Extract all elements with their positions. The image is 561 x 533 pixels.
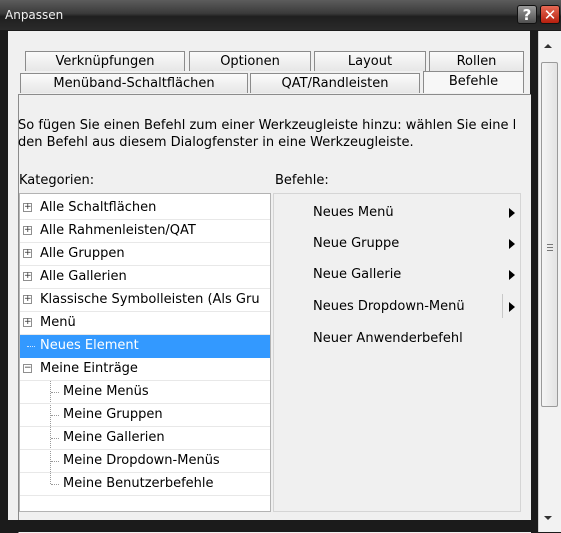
- tree-connector: [51, 461, 59, 462]
- help-button[interactable]: ?: [517, 5, 537, 24]
- category-label: Neues Element: [40, 338, 139, 353]
- customize-dialog-window: Anpassen ? ✕ Verknüpfungen Optionen Layo…: [0, 0, 561, 533]
- tree-connector: [51, 415, 59, 416]
- category-label: Meine Menüs: [63, 384, 149, 399]
- category-item-alle-gruppen[interactable]: + Alle Gruppen: [20, 243, 270, 266]
- category-label: Meine Einträge: [40, 361, 138, 376]
- close-button[interactable]: ✕: [540, 5, 560, 24]
- instruction-line-1: So fügen Sie einen Befehl zum einer Werk…: [18, 118, 517, 133]
- scroll-up-arrow-icon[interactable]: [544, 44, 552, 48]
- title-bar[interactable]: Anpassen ? ✕: [0, 0, 561, 30]
- command-neuer-anwenderbefehl[interactable]: Neuer Anwenderbefehl: [313, 331, 463, 346]
- window-bottom-edge: [0, 520, 538, 532]
- tree-connector: [51, 484, 59, 485]
- categories-label: Kategorien:: [19, 173, 95, 188]
- collapse-icon[interactable]: −: [23, 364, 32, 373]
- categories-tree[interactable]: + Alle Schaltflächen + Alle Rahmenleiste…: [19, 193, 271, 512]
- submenu-arrow-icon[interactable]: [509, 270, 515, 280]
- category-item-meine-gallerien[interactable]: Meine Gallerien: [20, 427, 270, 450]
- tab-rollen[interactable]: Rollen: [429, 51, 524, 71]
- split-button-divider: [502, 294, 503, 318]
- expand-icon[interactable]: +: [23, 295, 32, 304]
- category-item-klassische-symbolleisten[interactable]: + Klassische Symbolleisten (Als Gru: [20, 289, 270, 312]
- instruction-line-2: den Befehl aus diesem Dialogfenster in e…: [18, 135, 414, 150]
- category-label: Meine Gallerien: [63, 430, 165, 445]
- scroll-down-arrow-icon[interactable]: [544, 516, 552, 520]
- category-label: Menü: [40, 315, 76, 330]
- expand-icon[interactable]: +: [23, 272, 32, 281]
- category-item-meine-benutzerbefehle[interactable]: Meine Benutzerbefehle: [20, 473, 270, 496]
- command-neues-menue[interactable]: Neues Menü: [313, 205, 394, 220]
- tab-optionen[interactable]: Optionen: [189, 51, 311, 71]
- category-label: Alle Gruppen: [40, 246, 125, 261]
- category-label: Meine Gruppen: [63, 407, 163, 422]
- category-label: Alle Schaltflächen: [40, 200, 157, 215]
- category-item-neues-element[interactable]: Neues Element: [20, 335, 270, 358]
- grip-line: [547, 247, 553, 248]
- category-item-alle-gallerien[interactable]: + Alle Gallerien: [20, 266, 270, 289]
- category-item-meine-gruppen[interactable]: Meine Gruppen: [20, 404, 270, 427]
- tab-verknuepfungen[interactable]: Verknüpfungen: [25, 51, 185, 71]
- tab-qat-randleisten[interactable]: QAT/Randleisten: [250, 73, 420, 93]
- expand-icon[interactable]: +: [23, 249, 32, 258]
- commands-label: Befehle:: [275, 173, 329, 188]
- instruction-text: So fügen Sie einen Befehl zum einer Werk…: [18, 117, 520, 151]
- category-label: Meine Dropdown-Menüs: [63, 453, 220, 468]
- tree-connector: [51, 392, 59, 393]
- window-title: Anpassen: [5, 8, 64, 22]
- category-label: Klassische Symbolleisten (Als Gru: [40, 292, 260, 307]
- expand-icon[interactable]: +: [23, 226, 32, 235]
- category-item-meine-dropdown-menues[interactable]: Meine Dropdown-Menüs: [20, 450, 270, 473]
- tab-befehle[interactable]: Befehle: [423, 71, 524, 93]
- command-neue-gruppe[interactable]: Neue Gruppe: [313, 236, 399, 251]
- category-item-meine-menues[interactable]: Meine Menüs: [20, 381, 270, 404]
- category-item-menue[interactable]: + Menü: [20, 312, 270, 335]
- submenu-arrow-icon[interactable]: [509, 208, 515, 218]
- category-label: Alle Rahmenleisten/QAT: [40, 223, 196, 238]
- command-neue-gallerie[interactable]: Neue Gallerie: [313, 267, 401, 282]
- submenu-arrow-icon[interactable]: [509, 239, 515, 249]
- submenu-arrow-icon[interactable]: [509, 302, 515, 312]
- expand-icon[interactable]: +: [23, 203, 32, 212]
- category-label: Meine Benutzerbefehle: [63, 476, 214, 491]
- category-item-alle-schaltflaechen[interactable]: + Alle Schaltflächen: [20, 197, 270, 220]
- vertical-scrollbar[interactable]: [538, 31, 561, 532]
- tree-connector: [51, 438, 59, 439]
- category-item-alle-rahmenleisten[interactable]: + Alle Rahmenleisten/QAT: [20, 220, 270, 243]
- category-item-meine-eintraege[interactable]: − Meine Einträge: [20, 358, 270, 381]
- grip-line: [547, 244, 553, 245]
- tree-connector: [27, 346, 35, 347]
- grip-line: [547, 250, 553, 251]
- category-label: Alle Gallerien: [40, 269, 127, 284]
- tab-layout[interactable]: Layout: [314, 51, 426, 71]
- tab-menueband-schaltflaechen[interactable]: Menüband-Schaltflächen: [20, 73, 248, 93]
- command-neues-dropdown-menue[interactable]: Neues Dropdown-Menü: [313, 299, 465, 314]
- expand-icon[interactable]: +: [23, 318, 32, 327]
- scrollbar-thumb[interactable]: [541, 62, 558, 407]
